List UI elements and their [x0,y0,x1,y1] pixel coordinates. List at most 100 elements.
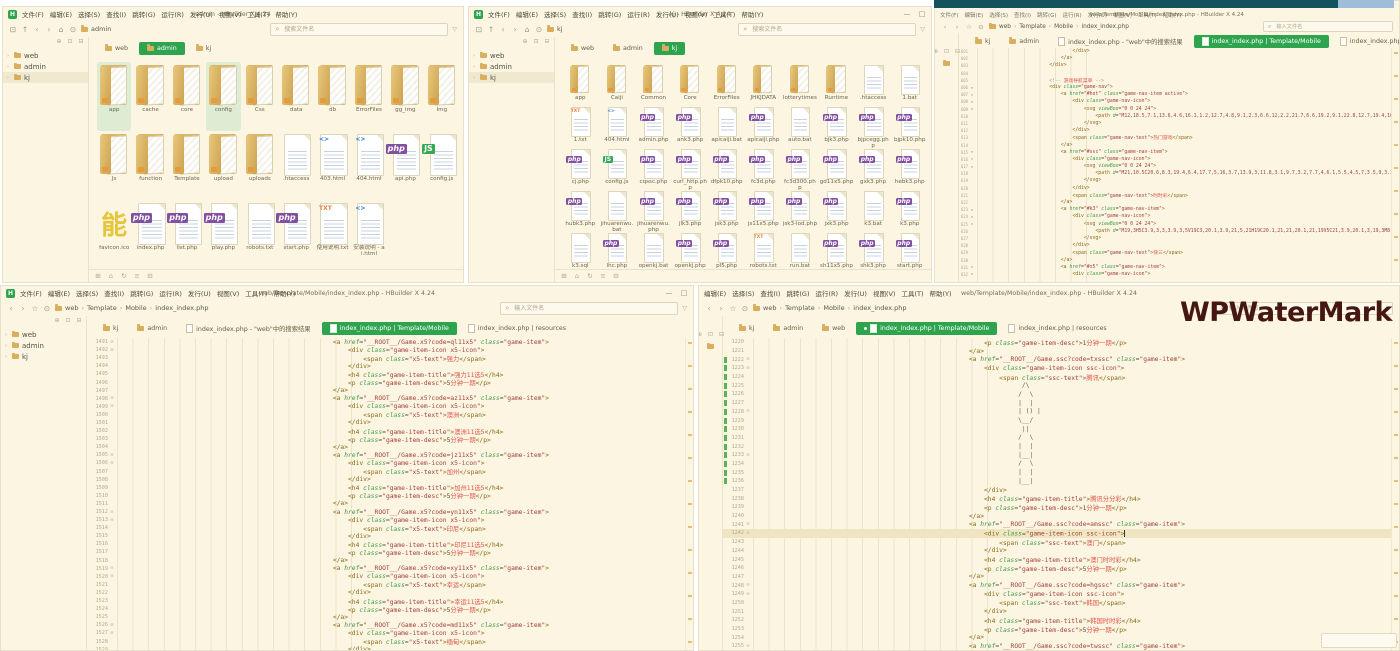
file-tile-cqssc.php[interactable]: phpcqssc.php [636,146,671,188]
menu-item[interactable]: 跳转(G) [598,9,621,19]
scrollbar-minimap[interactable] [685,338,693,650]
file-tile-gd11x5.php[interactable]: phpgd11x5.php [819,146,854,188]
code-line-1242[interactable]: 1242⊟ <div class="game-item-icon ssc-ico… [723,529,1391,538]
search-input[interactable] [750,25,911,34]
fold-icon[interactable]: ⊟ [109,518,115,523]
code-line-608[interactable]: 608⊟ <div class="game-nav-icon"> [959,98,1391,105]
tab-index_index-php-resources[interactable]: index_index.php | resources [1332,35,1400,48]
file-tile-list.php[interactable]: phplist.php [170,200,204,269]
code-line-1246[interactable]: 1246 <p class="game-item-desc">5分钟一期</p> [723,564,1391,573]
popup-panel[interactable] [1321,633,1397,648]
code-line-1221[interactable]: 1221 </a> [723,347,1391,356]
file-tile-404.html[interactable]: <>404.html [600,104,635,146]
file-tile-app[interactable]: app [97,62,131,131]
fold-icon[interactable]: ⊟ [109,340,115,345]
menu-item[interactable]: 查找(I) [104,288,124,298]
list-icon[interactable]: ≡ [599,272,607,280]
breadcrumb-item[interactable]: web [763,304,776,312]
menu-item[interactable]: 编辑(E) [48,288,70,298]
tab-web[interactable]: web [563,42,602,55]
tab-web[interactable]: web [97,42,136,55]
back-icon[interactable]: ‹ [705,304,713,313]
menu-item[interactable]: 发行(U) [1088,11,1107,19]
sidebar-item-web[interactable]: ›web [469,50,554,61]
view-toggle-icon[interactable]: ⊡ [9,25,17,34]
file-tile-play.php[interactable]: phpplay.php [206,200,240,269]
menu-item[interactable]: 工具(T) [713,9,735,19]
code-line-1249[interactable]: 1249⊟ <div class="game-item-icon ssc-ico… [723,590,1391,599]
fold-icon[interactable]: ⊟ [109,461,115,466]
star-icon[interactable]: ☆ [729,304,737,313]
grid-icon[interactable]: ⊞ [94,272,102,280]
filter-icon[interactable]: ▽ [452,26,457,33]
fold-icon[interactable]: ⊟ [969,208,975,212]
code-line-602[interactable]: 602 </a> [959,55,1391,62]
menu-item[interactable]: 文件(F) [22,9,44,19]
file-tile-gxk3.php[interactable]: phpgxk3.php [856,146,891,188]
file-tile-hubk3.php[interactable]: phphubk3.php [563,188,598,230]
tab-admin[interactable]: admin [139,42,185,55]
code-line-1244[interactable]: 1244 </div> [723,547,1391,556]
code-line-1224[interactable]: 1224 <span class="ssc-text">腾讯</span> [723,373,1391,382]
code-line-627[interactable]: 627 </svg> [959,235,1391,242]
fold-icon[interactable]: ⊟ [109,453,115,458]
add-icon[interactable]: ⊕ [521,38,529,45]
add-icon[interactable]: ⊕ [53,317,61,324]
file-tile-bjpk10.php[interactable]: phpbjpk10.php [892,104,927,146]
code-line-1229[interactable]: 1229 \__/ [723,416,1391,425]
file-tile-bjpcegg.php[interactable]: phpbjpcegg.php [856,104,891,146]
breadcrumb-item[interactable]: kj [557,25,563,33]
code-line-1519[interactable]: 1519⊟ <a href="__ROOT__/Game.x5?code=xy1… [87,565,685,573]
chevron-right-icon[interactable]: › [5,332,9,338]
menu-item[interactable]: 跳转(G) [1037,11,1057,19]
menu-item[interactable]: 运行(R) [627,9,650,19]
fold-icon[interactable]: ⊟ [745,357,751,362]
list-icon[interactable]: ≡ [133,272,141,280]
code-line-628[interactable]: 628 </div> [959,242,1391,249]
breadcrumb-item[interactable]: admin [91,25,111,33]
code-line-1496[interactable]: 1496 <p class="game-item-desc">5分钟一期</p> [87,378,685,386]
file-tile-.htaccess[interactable]: .htaccess [856,62,891,104]
sidebar-item-admin[interactable]: ›admin [1,340,86,351]
locate-file-icon[interactable]: ⊡ [66,38,74,45]
run-icon[interactable]: ⊙ [43,304,51,313]
code-line-1225[interactable]: 1225 /\ [723,381,1391,390]
file-tile-openkj.php[interactable]: phpopenkj.php [673,230,708,269]
code-line-626[interactable]: 626 <path d="M19,3H5C3.9,3,3,3.9,3,5V19C… [959,228,1391,235]
code-line-1524[interactable]: 1524 <p class="game-item-desc">5分钟一期</p> [87,605,685,613]
chevron-right-icon[interactable]: › [5,354,9,360]
code-line-1250[interactable]: 1250 <span class="ssc-text">韩国</span> [723,599,1391,608]
file-tile-jsk3-lod.php[interactable]: phpjsk3-lod.php [783,188,818,230]
code-line-612[interactable]: 612 </div> [959,127,1391,134]
file-tile-404.html[interactable]: <>404.html [352,131,386,200]
code-line-1227[interactable]: 1227 | | [723,399,1391,408]
file-tile-cache[interactable]: cache [133,62,167,131]
code-line-605[interactable]: 605 <!-- 游戏导航菜单 --> [959,77,1391,84]
search-input[interactable] [1274,23,1388,31]
forward-icon[interactable]: › [511,25,519,34]
code-line-603[interactable]: 603 </div> [959,62,1391,69]
menu-item[interactable]: 选择(S) [76,288,98,298]
home-icon[interactable]: ⌂ [523,25,531,34]
chevron-right-icon[interactable]: › [473,53,477,59]
file-tile-fc3d.php[interactable]: phpfc3d.php [746,146,781,188]
file-tile-ErrorFiles[interactable]: ErrorFiles [709,62,744,104]
code-line-622[interactable]: 622 </a> [959,199,1391,206]
file-tile-fc3d300.php[interactable]: phpfc3d300.php [783,146,818,188]
file-tile-db[interactable]: db [315,62,349,131]
file-tile-jlk3.php[interactable]: phpjlk3.php [673,188,708,230]
file-tile-Js[interactable]: Js [97,131,131,200]
code-line-1231[interactable]: 1231 / \ [723,434,1391,443]
code-line-630[interactable]: 630 </a> [959,256,1391,263]
code-line-1239[interactable]: 1239 <p class="game-item-desc">1分钟一期</p> [723,503,1391,512]
locate-file-icon[interactable]: ⊡ [64,317,72,324]
chevron-right-icon[interactable]: › [7,75,11,81]
fold-icon[interactable]: ⊟ [969,157,975,161]
chevron-right-icon[interactable]: › [7,53,11,59]
locate-file-icon[interactable]: ⊡ [943,48,951,55]
tab-index_index-php-web-中的搜索结果[interactable]: index_index.php - "web"中的搜索结果 [178,322,318,335]
menu-item[interactable]: 运行(R) [161,9,184,19]
code-line-1504[interactable]: 1504 </a> [87,443,685,451]
code-line-625[interactable]: 625⊟ <svg viewBox="0 0 24 24"> [959,221,1391,228]
code-line-623[interactable]: 623⊟ <a href="#k3" class="game-nav-item"… [959,206,1391,213]
